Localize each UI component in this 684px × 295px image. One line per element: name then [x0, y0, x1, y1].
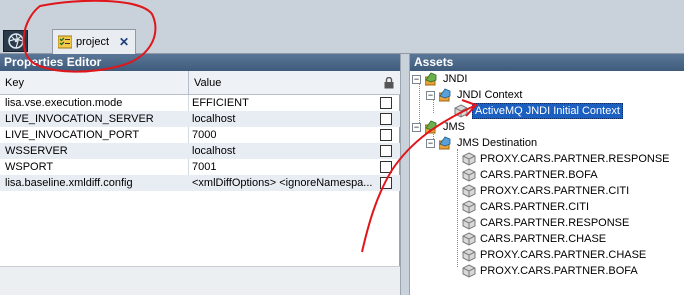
table-row[interactable]: lisa.vse.execution.mode EFFICIENT [0, 95, 400, 111]
tree-label: PROXY.CARS.PARTNER.RESPONSE [480, 153, 670, 165]
row-checkbox[interactable] [380, 97, 392, 109]
tree-label: CARS.PARTNER.BOFA [480, 169, 598, 181]
tree-leaf[interactable]: CARS.PARTNER.BOFA [462, 167, 598, 183]
tree-label: JNDI [443, 73, 468, 85]
close-icon[interactable]: ✕ [119, 35, 129, 49]
tree-node-jndi[interactable]: − JNDI [412, 71, 467, 87]
tree-label-selected: ActiveMQ JNDI Initial Context [472, 103, 623, 119]
editor-footer [0, 266, 400, 295]
column-header-value[interactable]: Value [194, 77, 221, 89]
table-row[interactable]: WSPORT 7001 [0, 159, 400, 175]
cube-icon [462, 248, 476, 262]
tree-node-jndi-context[interactable]: − JNDI Context [426, 87, 522, 103]
row-value[interactable]: 7001 [192, 161, 376, 173]
row-key: LIVE_INVOCATION_PORT [5, 129, 140, 141]
assets-tree: − JNDI − JNDI Context ActiveMQ JNDI Init… [410, 71, 684, 295]
row-value[interactable]: <xmlDiffOptions> <ignoreNamespa... [192, 177, 376, 189]
row-key: lisa.baseline.xmldiff.config [5, 177, 133, 189]
tree-label: CARS.PARTNER.CHASE [480, 233, 607, 245]
folder-cube-icon [425, 72, 437, 86]
row-value[interactable]: localhost [192, 113, 376, 125]
tree-node-jms[interactable]: − JMS [412, 119, 465, 135]
tree-guide [457, 149, 458, 267]
row-checkbox[interactable] [380, 145, 392, 157]
tree-leaf[interactable]: PROXY.CARS.PARTNER.BOFA [462, 263, 638, 279]
cube-icon [454, 104, 468, 118]
checklist-icon [58, 35, 72, 49]
table-row[interactable]: LIVE_INVOCATION_PORT 7000 [0, 127, 400, 143]
tree-label: CARS.PARTNER.RESPONSE [480, 217, 630, 229]
tree-label: JMS Destination [457, 137, 538, 149]
tree-node-jms-destination[interactable]: − JMS Destination [426, 135, 537, 151]
tree-leaf[interactable]: PROXY.CARS.PARTNER.RESPONSE [462, 151, 670, 167]
tree-label: JMS [443, 121, 465, 133]
cube-icon [462, 232, 476, 246]
cube-icon [462, 264, 476, 278]
table-header: Key Value [0, 71, 400, 95]
row-key: WSPORT [5, 161, 54, 173]
row-checkbox[interactable] [380, 161, 392, 173]
tree-leaf[interactable]: CARS.PARTNER.RESPONSE [462, 215, 629, 231]
properties-table: Key Value lisa.vse.execution.mode EFFICI… [0, 71, 400, 295]
column-header-key[interactable]: Key [5, 77, 24, 89]
table-row[interactable]: WSSERVER localhost [0, 143, 400, 159]
tree-label: PROXY.CARS.PARTNER.BOFA [480, 265, 638, 277]
app-menu-button[interactable] [3, 30, 28, 52]
cube-icon [462, 184, 476, 198]
app-window: project ✕ Properties Editor Key Value li… [0, 0, 684, 295]
tree-label: PROXY.CARS.PARTNER.CHASE [480, 249, 647, 261]
lock-icon[interactable] [384, 77, 394, 89]
tree-leaf[interactable]: CARS.PARTNER.CHASE [462, 231, 606, 247]
cube-icon [462, 168, 476, 182]
row-checkbox[interactable] [380, 129, 392, 141]
cube-icon [462, 200, 476, 214]
row-key: lisa.vse.execution.mode [5, 97, 123, 109]
tree-node-activemq[interactable]: ActiveMQ JNDI Initial Context [454, 103, 623, 119]
row-checkbox[interactable] [380, 113, 392, 125]
tab-label: project [76, 36, 110, 48]
folder-cube-icon [425, 120, 437, 134]
tree-label: JNDI Context [457, 89, 523, 101]
aperture-icon [7, 33, 24, 49]
folder-cube-icon [439, 88, 451, 102]
table-row[interactable]: LIVE_INVOCATION_SERVER localhost [0, 111, 400, 127]
folder-cube-icon [439, 136, 451, 150]
table-row[interactable]: lisa.baseline.xmldiff.config <xmlDiffOpt… [0, 175, 400, 191]
properties-editor-title: Properties Editor [0, 54, 400, 71]
row-value[interactable]: 7000 [192, 129, 376, 141]
row-value[interactable]: EFFICIENT [192, 97, 376, 109]
row-key: WSSERVER [5, 145, 68, 157]
row-key: LIVE_INVOCATION_SERVER [5, 113, 154, 125]
cube-icon [462, 216, 476, 230]
tree-leaf[interactable]: CARS.PARTNER.CITI [462, 199, 589, 215]
tab-project[interactable]: project ✕ [52, 29, 136, 54]
tab-strip: project ✕ [0, 0, 684, 54]
assets-title: Assets [410, 54, 684, 71]
panel-splitter[interactable] [400, 54, 410, 295]
row-checkbox[interactable] [380, 177, 392, 189]
tree-leaf[interactable]: PROXY.CARS.PARTNER.CITI [462, 183, 629, 199]
collapse-icon[interactable]: − [426, 138, 435, 148]
tree-label: PROXY.CARS.PARTNER.CITI [480, 185, 630, 197]
tree-label: CARS.PARTNER.CITI [480, 201, 589, 213]
collapse-icon[interactable]: − [412, 74, 421, 84]
row-value[interactable]: localhost [192, 145, 376, 157]
cube-icon [462, 152, 476, 166]
column-divider[interactable] [188, 71, 189, 95]
tree-leaf[interactable]: PROXY.CARS.PARTNER.CHASE [462, 247, 646, 263]
collapse-icon[interactable]: − [426, 90, 435, 100]
collapse-icon[interactable]: − [412, 122, 421, 132]
